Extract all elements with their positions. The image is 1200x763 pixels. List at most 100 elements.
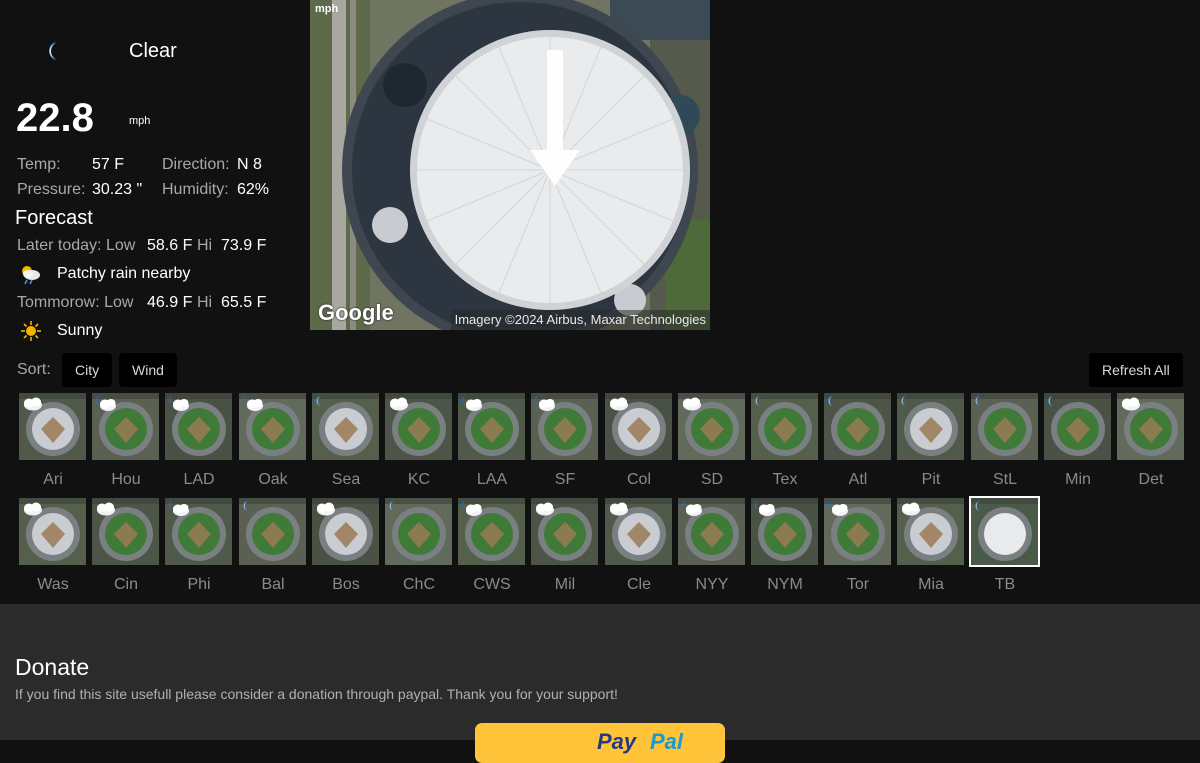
- later-today-hi-label: Hi: [197, 237, 213, 254]
- stadium-label-tb[interactable]: TB: [968, 576, 1042, 594]
- stadium-tile-nym[interactable]: [751, 498, 818, 565]
- stadium-label-cws[interactable]: CWS: [455, 576, 529, 594]
- stadium-tile-tex[interactable]: [751, 393, 818, 460]
- direction-label: Direction:: [162, 156, 230, 173]
- stadium-tile-atl[interactable]: [824, 393, 891, 460]
- moon-cloud-icon: [535, 395, 555, 411]
- stadium-label-sd[interactable]: SD: [675, 471, 749, 489]
- wind-direction-arrow-icon: [530, 50, 580, 186]
- stadium-label-sf[interactable]: SF: [528, 471, 602, 489]
- map-unit-label: mph: [315, 3, 339, 15]
- stadium-tile-tb[interactable]: [969, 496, 1040, 567]
- stadium-label-min[interactable]: Min: [1041, 471, 1115, 489]
- stadium-label-oak[interactable]: Oak: [236, 471, 310, 489]
- stadium-satellite-map[interactable]: mph Google Imagery ©2024 Airbus, Maxar T…: [310, 0, 710, 330]
- later-today-condition: Patchy rain nearby: [57, 265, 191, 282]
- refresh-all-button[interactable]: Refresh All: [1089, 353, 1183, 387]
- moon-icon: [49, 41, 59, 61]
- moon-cloud-icon: [462, 395, 482, 411]
- moon-icon: [1048, 395, 1054, 407]
- stadium-tile-ari[interactable]: [19, 393, 86, 460]
- stadium-tile-hou[interactable]: [92, 393, 159, 460]
- stadium-label-hou[interactable]: Hou: [89, 471, 163, 489]
- stadium-label-bos[interactable]: Bos: [309, 576, 383, 594]
- temp-label: Temp:: [17, 156, 61, 173]
- stadium-tile-lad[interactable]: [165, 393, 232, 460]
- stadium-label-stl[interactable]: StL: [968, 471, 1042, 489]
- stadium-label-col[interactable]: Col: [602, 471, 676, 489]
- stadium-label-tor[interactable]: Tor: [821, 576, 895, 594]
- later-today-label: Later today: Low: [17, 237, 136, 254]
- cloud-icon: [683, 397, 701, 411]
- moon-icon: [243, 500, 249, 512]
- stadium-label-cle[interactable]: Cle: [602, 576, 676, 594]
- stadium-tile-mil[interactable]: [531, 498, 598, 565]
- stadium-tile-oak[interactable]: [239, 393, 306, 460]
- stadium-label-nym[interactable]: NYM: [748, 576, 822, 594]
- cloud-icon: [317, 502, 335, 516]
- stadium-tile-det[interactable]: [1117, 393, 1184, 460]
- stadium-tile-chc[interactable]: [385, 498, 452, 565]
- moon-cloud-icon: [169, 395, 189, 411]
- moon-icon: [755, 395, 761, 407]
- paypal-logo-pal: Pal: [650, 729, 684, 754]
- cloud-icon: [902, 502, 920, 516]
- moon-cloud-icon: [462, 500, 482, 516]
- stadium-label-kc[interactable]: KC: [382, 471, 456, 489]
- stadium-label-atl[interactable]: Atl: [821, 471, 895, 489]
- stadium-tile-mia[interactable]: [897, 498, 964, 565]
- stadium-tile-sd[interactable]: [678, 393, 745, 460]
- stadium-label-was[interactable]: Was: [16, 576, 90, 594]
- pressure-label: Pressure:: [17, 181, 86, 198]
- stadium-label-laa[interactable]: LAA: [455, 471, 529, 489]
- stadium-tile-pit[interactable]: [897, 393, 964, 460]
- donate-section: Donate If you find this site usefull ple…: [0, 604, 1200, 763]
- stadium-label-ari[interactable]: Ari: [16, 471, 90, 489]
- stadium-label-phi[interactable]: Phi: [162, 576, 236, 594]
- stadium-tile-bos[interactable]: [312, 498, 379, 565]
- stadium-tile-min[interactable]: [1044, 393, 1111, 460]
- sun-icon: [21, 321, 41, 341]
- paypal-donate-button[interactable]: Pay Pal: [475, 723, 725, 763]
- stadium-tile-sea[interactable]: [312, 393, 379, 460]
- stadium-tile-kc[interactable]: [385, 393, 452, 460]
- stadium-tile-cin[interactable]: [92, 498, 159, 565]
- stadium-tile-cle[interactable]: [605, 498, 672, 565]
- pressure-value: 30.23 ": [92, 181, 143, 198]
- stadium-tile-stl[interactable]: [971, 393, 1038, 460]
- stadium-label-cin[interactable]: Cin: [89, 576, 163, 594]
- stadium-tile-bal[interactable]: [239, 498, 306, 565]
- stadium-label-sea[interactable]: Sea: [309, 471, 383, 489]
- donate-title: Donate: [15, 654, 90, 680]
- stadium-aerial-image: [310, 0, 710, 330]
- stadium-tile-col[interactable]: [605, 393, 672, 460]
- stadium-tile-laa[interactable]: [458, 393, 525, 460]
- stadium-label-det[interactable]: Det: [1114, 471, 1188, 489]
- current-weather-panel: Clear 22.8 mph Temp: 57 F Direction: N 8…: [0, 0, 300, 345]
- wind-speed: 22.8: [16, 96, 94, 140]
- moon-cloud-icon: [755, 500, 775, 516]
- stadium-label-pit[interactable]: Pit: [894, 471, 968, 489]
- stadium-tile-tor[interactable]: [824, 498, 891, 565]
- stadium-label-lad[interactable]: LAD: [162, 471, 236, 489]
- stadium-label-bal[interactable]: Bal: [236, 576, 310, 594]
- stadium-label-mia[interactable]: Mia: [894, 576, 968, 594]
- stadium-label-chc[interactable]: ChC: [382, 576, 456, 594]
- stadium-tile-sf[interactable]: [531, 393, 598, 460]
- tomorrow-condition: Sunny: [57, 322, 103, 339]
- sort-wind-button[interactable]: Wind: [119, 353, 177, 387]
- cloud-icon: [24, 397, 42, 411]
- stadium-tile-phi[interactable]: [165, 498, 232, 565]
- stadium-label-nyy[interactable]: NYY: [675, 576, 749, 594]
- stadium-tile-was[interactable]: [19, 498, 86, 565]
- stadium-label-tex[interactable]: Tex: [748, 471, 822, 489]
- stadium-label-mil[interactable]: Mil: [528, 576, 602, 594]
- cloud-icon: [97, 502, 115, 516]
- moon-icon: [828, 395, 834, 407]
- cloud-icon: [1122, 397, 1140, 411]
- sort-city-button[interactable]: City: [62, 353, 113, 387]
- moon-cloud-icon: [243, 395, 263, 411]
- stadium-tile-nyy[interactable]: [678, 498, 745, 565]
- later-today-hi: 73.9 F: [221, 237, 267, 254]
- stadium-tile-cws[interactable]: [458, 498, 525, 565]
